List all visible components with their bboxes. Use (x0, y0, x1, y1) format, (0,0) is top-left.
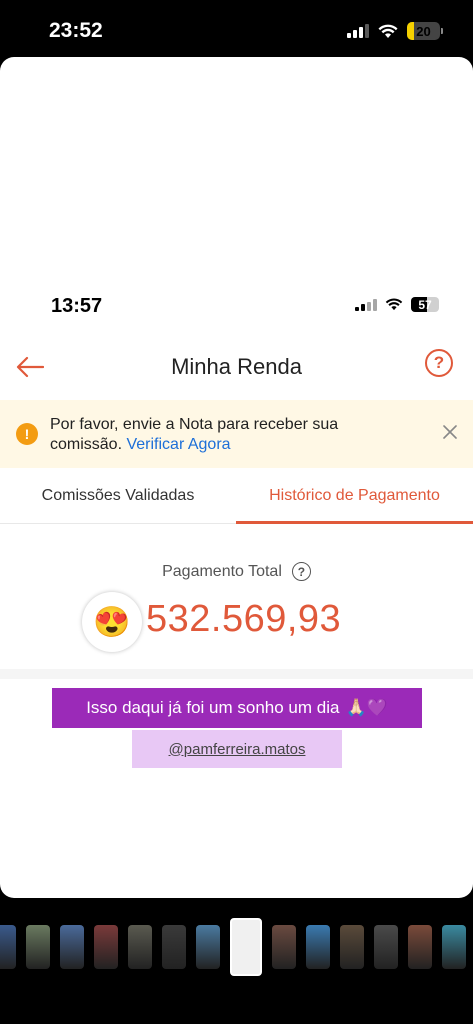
story-thumbnail[interactable] (306, 925, 330, 969)
story-thumbnail[interactable] (162, 925, 186, 969)
story-thumbnail[interactable] (0, 925, 16, 969)
battery-icon: 57 (411, 297, 439, 312)
battery-level: 20 (416, 23, 431, 39)
wifi-icon (378, 24, 398, 38)
mention-sticker[interactable]: @pamferreira.matos (132, 730, 342, 768)
app-header: Minha Renda ? (0, 337, 473, 397)
story-thumbnail[interactable] (128, 925, 152, 969)
page-title: Minha Renda (171, 354, 302, 379)
notice-message: Por favor, envie a Nota para receber sua… (50, 415, 400, 455)
story-thumbnail[interactable] (60, 925, 84, 969)
story-thumbnail-strip (0, 918, 473, 978)
active-tab-indicator (236, 521, 473, 524)
caption-text: Isso daqui já foi um sonho um dia (86, 698, 340, 717)
cellular-signal-icon (347, 24, 369, 38)
total-payment-label: Pagamento Total (162, 562, 282, 580)
inner-clock: 13:57 (51, 295, 103, 317)
mention-text: @pamferreira.matos (168, 740, 306, 758)
story-thumbnail[interactable] (408, 925, 432, 969)
story-thumbnail-current[interactable] (230, 918, 262, 976)
close-notice-button[interactable] (441, 423, 459, 441)
story-card: 13:57 57 Minha Renda ? ! Por favor, envi… (0, 57, 473, 898)
sticker-emoji: 😍 (93, 605, 131, 639)
close-icon (443, 425, 457, 439)
total-payment-amount: 532.569,93 (146, 598, 342, 640)
verify-now-link[interactable]: Verificar Agora (126, 436, 230, 453)
inner-status-icons: 57 (355, 297, 439, 312)
battery-icon: 20 (407, 22, 443, 40)
tab-payment-history[interactable]: Histórico de Pagamento (236, 468, 473, 524)
notice-banner: ! Por favor, envie a Nota para receber s… (0, 400, 473, 468)
story-caption: Isso daqui já foi um sonho um dia 🙏🏻💜 (52, 688, 422, 728)
outer-status-bar: 23:52 20 (0, 0, 473, 60)
outer-status-icons: 20 (347, 22, 443, 40)
story-thumbnail[interactable] (272, 925, 296, 969)
story-thumbnail[interactable] (442, 925, 466, 969)
story-thumbnail[interactable] (340, 925, 364, 969)
caption-emojis: 🙏🏻💜 (345, 698, 388, 717)
total-label-row: Pagamento Total ? (0, 562, 473, 581)
warning-icon: ! (16, 423, 38, 445)
story-thumbnail[interactable] (26, 925, 50, 969)
help-button[interactable]: ? (425, 349, 453, 377)
tab-bar: Comissões Validadas Histórico de Pagamen… (0, 468, 473, 524)
heart-eyes-emoji-sticker: 😍 (82, 592, 142, 652)
wifi-icon (385, 298, 403, 311)
story-thumbnail[interactable] (94, 925, 118, 969)
cellular-signal-icon (355, 298, 377, 311)
tab-validated-commissions[interactable]: Comissões Validadas (0, 468, 236, 524)
inner-status-bar: 13:57 57 (0, 287, 473, 327)
section-divider (0, 669, 473, 679)
story-thumbnail[interactable] (196, 925, 220, 969)
battery-level: 57 (418, 297, 432, 312)
outer-clock: 23:52 (49, 19, 103, 42)
total-help-icon[interactable]: ? (291, 562, 311, 581)
story-thumbnail[interactable] (374, 925, 398, 969)
